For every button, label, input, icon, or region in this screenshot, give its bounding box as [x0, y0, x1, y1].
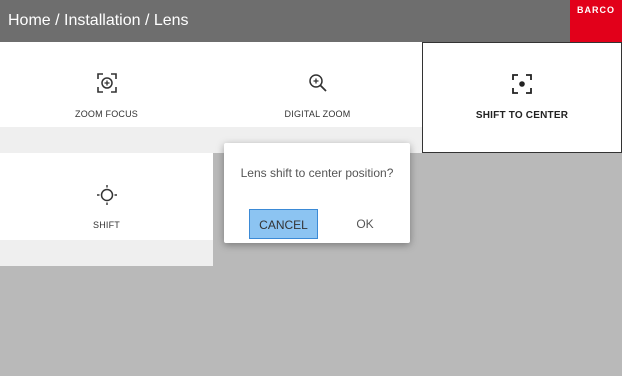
tile-shift[interactable]: SHIFT [0, 153, 213, 266]
ok-button[interactable]: OK [342, 209, 388, 239]
brand-logo: BARCO [570, 0, 622, 42]
tile-divider-strip [0, 240, 213, 266]
shift-icon [0, 183, 213, 212]
tile-digital-zoom[interactable]: DIGITAL ZOOM [213, 42, 422, 153]
dialog-message: Lens shift to center position? [240, 166, 394, 180]
shift-to-center-icon [423, 73, 621, 100]
zoom-focus-icon [0, 72, 213, 99]
breadcrumb: Home / Installation / Lens [8, 12, 189, 29]
tile-label: SHIFT TO CENTER [475, 110, 569, 121]
tile-divider-strip [0, 127, 213, 153]
brand-logo-text: BARCO [577, 5, 615, 15]
confirm-dialog: Lens shift to center position? CANCEL OK [224, 143, 410, 243]
tile-zoom-focus[interactable]: ZOOM FOCUS [0, 42, 213, 153]
header-bar: Home / Installation / Lens BARCO [0, 0, 622, 42]
digital-zoom-icon [213, 72, 422, 99]
tile-label: SHIFT [93, 220, 120, 230]
tile-label: DIGITAL ZOOM [284, 109, 351, 119]
cancel-button[interactable]: CANCEL [249, 209, 318, 239]
tile-label: ZOOM FOCUS [75, 109, 138, 119]
tile-shift-to-center[interactable]: SHIFT TO CENTER [422, 42, 622, 153]
